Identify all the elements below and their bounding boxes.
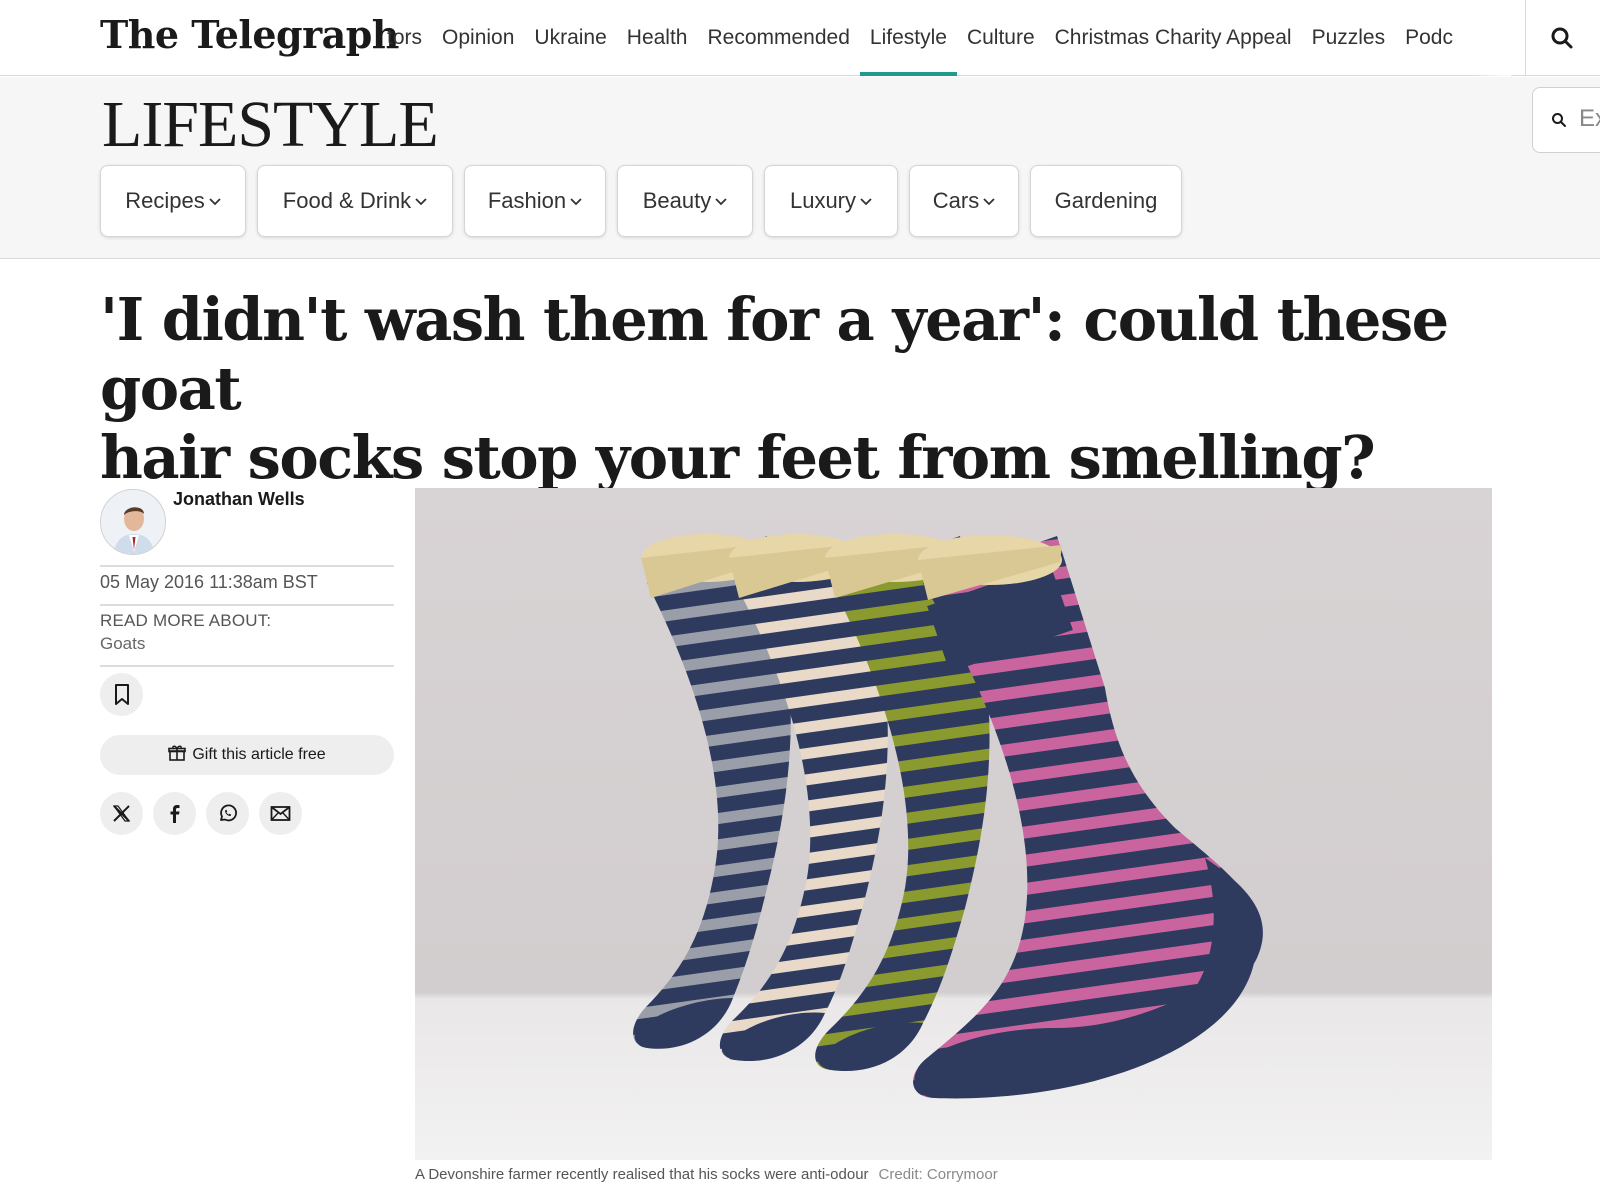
share-facebook-button[interactable]	[153, 792, 196, 835]
pill-label: Cars	[932, 188, 980, 213]
nav-item-health[interactable]: Health	[617, 0, 698, 76]
divider	[100, 665, 394, 667]
nav-item-opinion[interactable]: Opinion	[432, 0, 524, 76]
pill-label: Gardening	[1054, 188, 1158, 213]
author-avatar[interactable]	[100, 489, 166, 555]
read-more-topic-link[interactable]: Goats	[100, 634, 145, 654]
publish-date: 05 May 2016 11:38am BST	[100, 572, 318, 592]
nav-item-puzzles[interactable]: Puzzles	[1302, 0, 1396, 76]
pill-food-drink[interactable]: Food & Drink	[257, 165, 453, 237]
chevron-down-icon	[983, 198, 995, 206]
author-name[interactable]: Jonathan Wells	[173, 489, 305, 510]
pill-luxury[interactable]: Luxury	[764, 165, 898, 237]
image-credit: Credit: Corrymoor	[878, 1166, 998, 1183]
bookmark-icon	[115, 684, 129, 705]
pill-label: Fashion	[487, 188, 567, 213]
headline-line-1: 'I didn't wash them for a year': could t…	[100, 285, 1449, 423]
nav-item-christmas-charity-appeal[interactable]: Christmas Charity Appeal	[1045, 0, 1302, 76]
section-title: LIFESTYLE	[102, 88, 439, 161]
x-icon	[112, 805, 131, 822]
chevron-down-icon	[415, 198, 427, 206]
email-icon	[270, 806, 291, 821]
nav-item-ukraine[interactable]: Ukraine	[524, 0, 616, 76]
nav-item-culture[interactable]: Culture	[957, 0, 1045, 76]
pill-label: Recipes	[125, 188, 205, 213]
search-icon	[1552, 113, 1566, 127]
hero-image	[415, 488, 1492, 1160]
gift-article-button[interactable]: Gift this article free	[100, 735, 394, 775]
pill-cars[interactable]: Cars	[909, 165, 1019, 237]
striped-socks-photo	[415, 488, 1492, 1160]
chevron-down-icon	[209, 198, 221, 206]
bookmark-button[interactable]	[100, 673, 143, 716]
divider	[100, 565, 394, 567]
nav-item-tors[interactable]: tors	[387, 0, 432, 76]
gift-icon	[168, 745, 187, 761]
divider	[100, 604, 394, 606]
read-more-label: READ MORE ABOUT:	[100, 611, 272, 630]
chevron-down-icon	[570, 198, 582, 206]
pill-fashion[interactable]: Fashion	[464, 165, 606, 237]
author-photo	[101, 490, 165, 554]
headline-line-2: hair socks stop your feet from smelling?	[100, 423, 1376, 492]
share-email-button[interactable]	[259, 792, 302, 835]
caption-text: A Devonshire farmer recently realised th…	[415, 1166, 869, 1183]
section-search-input[interactable]: Ex	[1532, 87, 1600, 153]
pill-label: Luxury	[789, 188, 857, 213]
pill-recipes[interactable]: Recipes	[100, 165, 246, 237]
image-caption: A Devonshire farmer recently realised th…	[415, 1166, 998, 1183]
pill-gardening[interactable]: Gardening	[1030, 165, 1182, 237]
share-x-button[interactable]	[100, 792, 143, 835]
chevron-down-icon	[860, 198, 872, 206]
nav-item-lifestyle[interactable]: Lifestyle	[859, 0, 957, 76]
section-header: LIFESTYLE Ex Recipes Food & Drink Fashio…	[0, 77, 1600, 259]
telegraph-logo[interactable]: The Telegraph	[100, 12, 399, 57]
search-placeholder: Ex	[1579, 105, 1600, 132]
pill-label: Beauty	[642, 188, 712, 213]
nav-item-recommended[interactable]: Recommended	[697, 0, 859, 76]
main-nav: tors Opinion Ukraine Health Recommended Lifes…	[387, 0, 1511, 76]
facebook-icon	[170, 805, 180, 823]
pill-label: Food & Drink	[282, 188, 412, 213]
nav-divider	[1525, 0, 1526, 76]
search-icon[interactable]	[1548, 24, 1576, 52]
pill-beauty[interactable]: Beauty	[617, 165, 753, 237]
chevron-down-icon	[715, 198, 727, 206]
gift-label: Gift this article free	[192, 746, 326, 763]
article-headline: 'I didn't wash them for a year': could t…	[100, 285, 1500, 492]
top-navigation-bar: The Telegraph tors Opinion Ukraine Health Re…	[0, 0, 1600, 76]
whatsapp-icon	[220, 804, 237, 822]
share-whatsapp-button[interactable]	[206, 792, 249, 835]
nav-item-podcasts[interactable]: Podc	[1395, 0, 1463, 76]
